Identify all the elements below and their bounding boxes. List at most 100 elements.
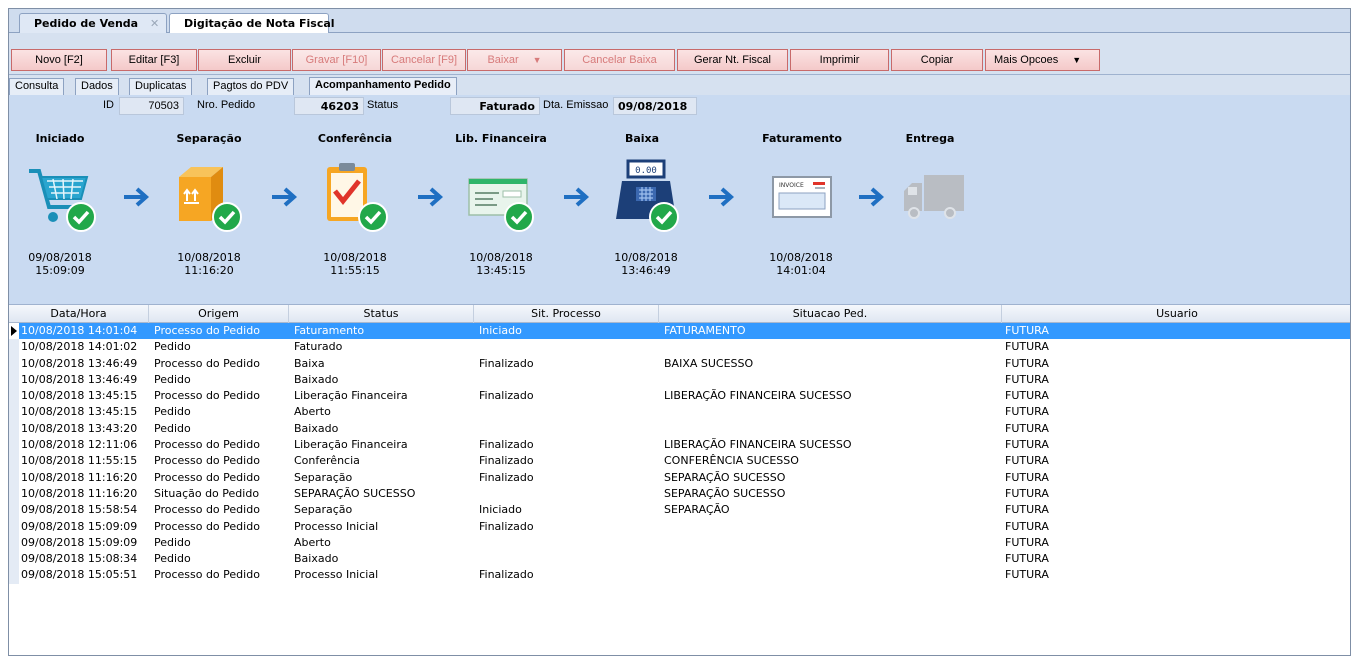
row-indicator[interactable] — [9, 355, 19, 372]
stage-date: 10/08/2018 — [769, 251, 833, 264]
row-indicator[interactable] — [9, 323, 19, 340]
status-label: Status — [367, 99, 399, 111]
dta-emissao-label: Dta. Emissao — [543, 99, 609, 111]
stage-time: 14:01:04 — [776, 264, 826, 277]
row-indicator[interactable] — [9, 437, 19, 454]
column-header-status[interactable]: Status — [289, 305, 474, 323]
table-cell: LIBERAÇÃO FINANCEIRA SUCESSO — [664, 389, 852, 403]
baixar-button[interactable]: Baixar ▼ — [467, 49, 562, 71]
column-header-usuario[interactable]: Usuario — [1002, 305, 1350, 323]
table-row[interactable]: 09/08/2018 15:58:54 Processo do Pedido Sep… — [9, 502, 1350, 519]
stage-title-conferencia: Conferência — [317, 132, 393, 145]
row-indicator[interactable] — [9, 469, 19, 486]
table-row[interactable]: 10/08/2018 13:46:49 Processo do Pedido Bai… — [9, 355, 1350, 372]
table-cell: FUTURA — [1005, 486, 1049, 500]
gerar-nota-fiscal-button[interactable]: Gerar Nt. Fiscal — [677, 49, 788, 71]
cancelar-button[interactable]: Cancelar [F9] — [382, 49, 466, 71]
row-indicator[interactable] — [9, 453, 19, 470]
status-field[interactable]: Faturado — [450, 97, 540, 115]
column-header-situacao-ped[interactable]: Situacao Ped. — [659, 305, 1002, 323]
row-indicator[interactable] — [9, 518, 19, 535]
column-header-data-hora[interactable]: Data/Hora — [9, 305, 149, 323]
table-row[interactable]: 09/08/2018 15:09:09 Processo do Pedido Pro… — [9, 518, 1350, 535]
table-row[interactable]: 10/08/2018 11:55:15 Processo do Pedido Con… — [9, 453, 1350, 470]
row-indicator[interactable] — [9, 388, 19, 405]
grid-body: 10/08/2018 14:01:04 Processo do Pedido Fat… — [9, 323, 1350, 584]
table-cell: Separação — [294, 503, 353, 517]
table-cell: Processo do Pedido — [154, 519, 260, 533]
arrow-right-icon — [709, 187, 735, 207]
table-cell: FUTURA — [1005, 356, 1049, 370]
cancelar-baixa-button[interactable]: Cancelar Baixa — [564, 49, 675, 71]
table-cell: FUTURA — [1005, 324, 1049, 337]
table-cell: Processo Inicial — [294, 519, 379, 533]
table-cell: FUTURA — [1005, 503, 1049, 517]
row-indicator[interactable] — [9, 485, 19, 503]
stage-date: 09/08/2018 — [28, 251, 92, 264]
row-indicator[interactable] — [9, 502, 19, 519]
tab-acompanhamento-pedido[interactable]: Acompanhamento Pedido — [309, 77, 457, 95]
row-indicator[interactable] — [9, 567, 19, 584]
table-cell: FUTURA — [1005, 568, 1049, 582]
table-cell: Baixado — [294, 421, 339, 435]
table-row[interactable]: 09/08/2018 15:08:34 Pedido Baixado FUTURA — [9, 551, 1350, 568]
table-cell: Processo do Pedido — [154, 389, 260, 403]
table-cell: Liberação Financeira — [294, 438, 408, 452]
mais-opcoes-button[interactable]: Mais Opcoes ▼ — [985, 49, 1100, 71]
dta-emissao-field[interactable]: 09/08/2018 — [613, 97, 697, 115]
table-row[interactable]: 10/08/2018 12:11:06 Processo do Pedido Lib… — [9, 437, 1350, 454]
table-row[interactable]: 10/08/2018 13:46:49 Pedido Baixado FUTURA — [9, 371, 1350, 389]
table-row[interactable]: 10/08/2018 13:45:15 Processo do Pedido Lib… — [9, 388, 1350, 405]
table-row[interactable]: 10/08/2018 13:43:20 Pedido Baixado FUTURA — [9, 420, 1350, 438]
editar-button[interactable]: Editar [F3] — [111, 49, 197, 71]
close-icon[interactable]: ✕ — [150, 17, 159, 30]
excluir-button[interactable]: Excluir — [198, 49, 291, 71]
tab-pedido-de-venda[interactable]: Pedido de Venda ✕ — [19, 13, 167, 33]
table-row[interactable]: 10/08/2018 14:01:02 Pedido Faturado FUTURA — [9, 339, 1350, 356]
table-row[interactable]: 10/08/2018 13:45:15 Pedido Aberto FUTURA — [9, 404, 1350, 421]
tab-digitacao-nota-fiscal[interactable]: Digitação de Nota Fiscal — [169, 13, 335, 34]
row-indicator[interactable] — [9, 551, 19, 568]
table-row[interactable]: 09/08/2018 15:09:09 Pedido Aberto FUTURA — [9, 534, 1350, 552]
stage-title-entrega: Entrega — [905, 132, 955, 145]
table-cell: Faturado — [294, 340, 343, 354]
table-cell: Baixado — [294, 372, 339, 386]
table-cell: SEPARAÇÃO SUCESSO — [294, 486, 416, 500]
column-header-origem[interactable]: Origem — [149, 305, 289, 323]
novo-button[interactable]: Novo [F2] — [11, 49, 107, 71]
mais-opcoes-label: Mais Opcoes — [994, 54, 1059, 66]
table-cell: 10/08/2018 11:16:20 — [21, 486, 138, 500]
toolbar: Novo [F2] Editar [F3] Excluir Gravar [F1… — [9, 33, 1350, 75]
imprimir-button[interactable]: Imprimir — [790, 49, 889, 71]
table-cell: Pedido — [154, 535, 191, 549]
nro-pedido-field[interactable]: 46203 — [294, 97, 364, 115]
table-cell: Liberação Financeira — [294, 389, 408, 403]
table-cell: Finalizado — [479, 568, 534, 582]
app-window: Pedido de Venda ✕ Digitação de Nota Fisc… — [8, 8, 1351, 656]
row-indicator[interactable] — [9, 371, 19, 389]
table-cell: FUTURA — [1005, 389, 1049, 403]
table-cell: Finalizado — [479, 454, 534, 468]
table-row[interactable]: 10/08/2018 11:16:20 Processo do Pedido Sep… — [9, 469, 1350, 486]
id-field[interactable]: 70503 — [119, 97, 184, 115]
row-indicator[interactable] — [9, 339, 19, 356]
table-cell: Pedido — [154, 421, 191, 435]
tab-consulta[interactable]: Consulta — [9, 78, 65, 95]
tab-duplicatas[interactable]: Duplicatas — [129, 78, 193, 95]
row-indicator[interactable] — [9, 534, 19, 552]
history-grid[interactable]: Data/Hora Origem Status Sit. Processo Si… — [9, 305, 1350, 655]
row-indicator[interactable] — [9, 420, 19, 438]
table-row[interactable]: 10/08/2018 11:16:20 Situação do Pedido SEP… — [9, 485, 1350, 503]
table-row[interactable]: 10/08/2018 14:01:04 Processo do Pedido Fat… — [9, 323, 1350, 340]
table-cell: Finalizado — [479, 438, 534, 452]
tab-pagtos-pdv[interactable]: Pagtos do PDV — [207, 78, 295, 95]
copiar-button[interactable]: Copiar — [891, 49, 983, 71]
column-header-sit-processo[interactable]: Sit. Processo — [474, 305, 659, 323]
row-indicator[interactable] — [9, 404, 19, 421]
gravar-button[interactable]: Gravar [F10] — [292, 49, 381, 71]
table-cell: Pedido — [154, 340, 191, 354]
stage-time: 11:55:15 — [330, 264, 380, 277]
table-cell: Aberto — [294, 405, 331, 419]
tab-dados[interactable]: Dados — [75, 78, 119, 95]
table-row[interactable]: 09/08/2018 15:05:51 Processo do Pedido Pro… — [9, 567, 1350, 584]
